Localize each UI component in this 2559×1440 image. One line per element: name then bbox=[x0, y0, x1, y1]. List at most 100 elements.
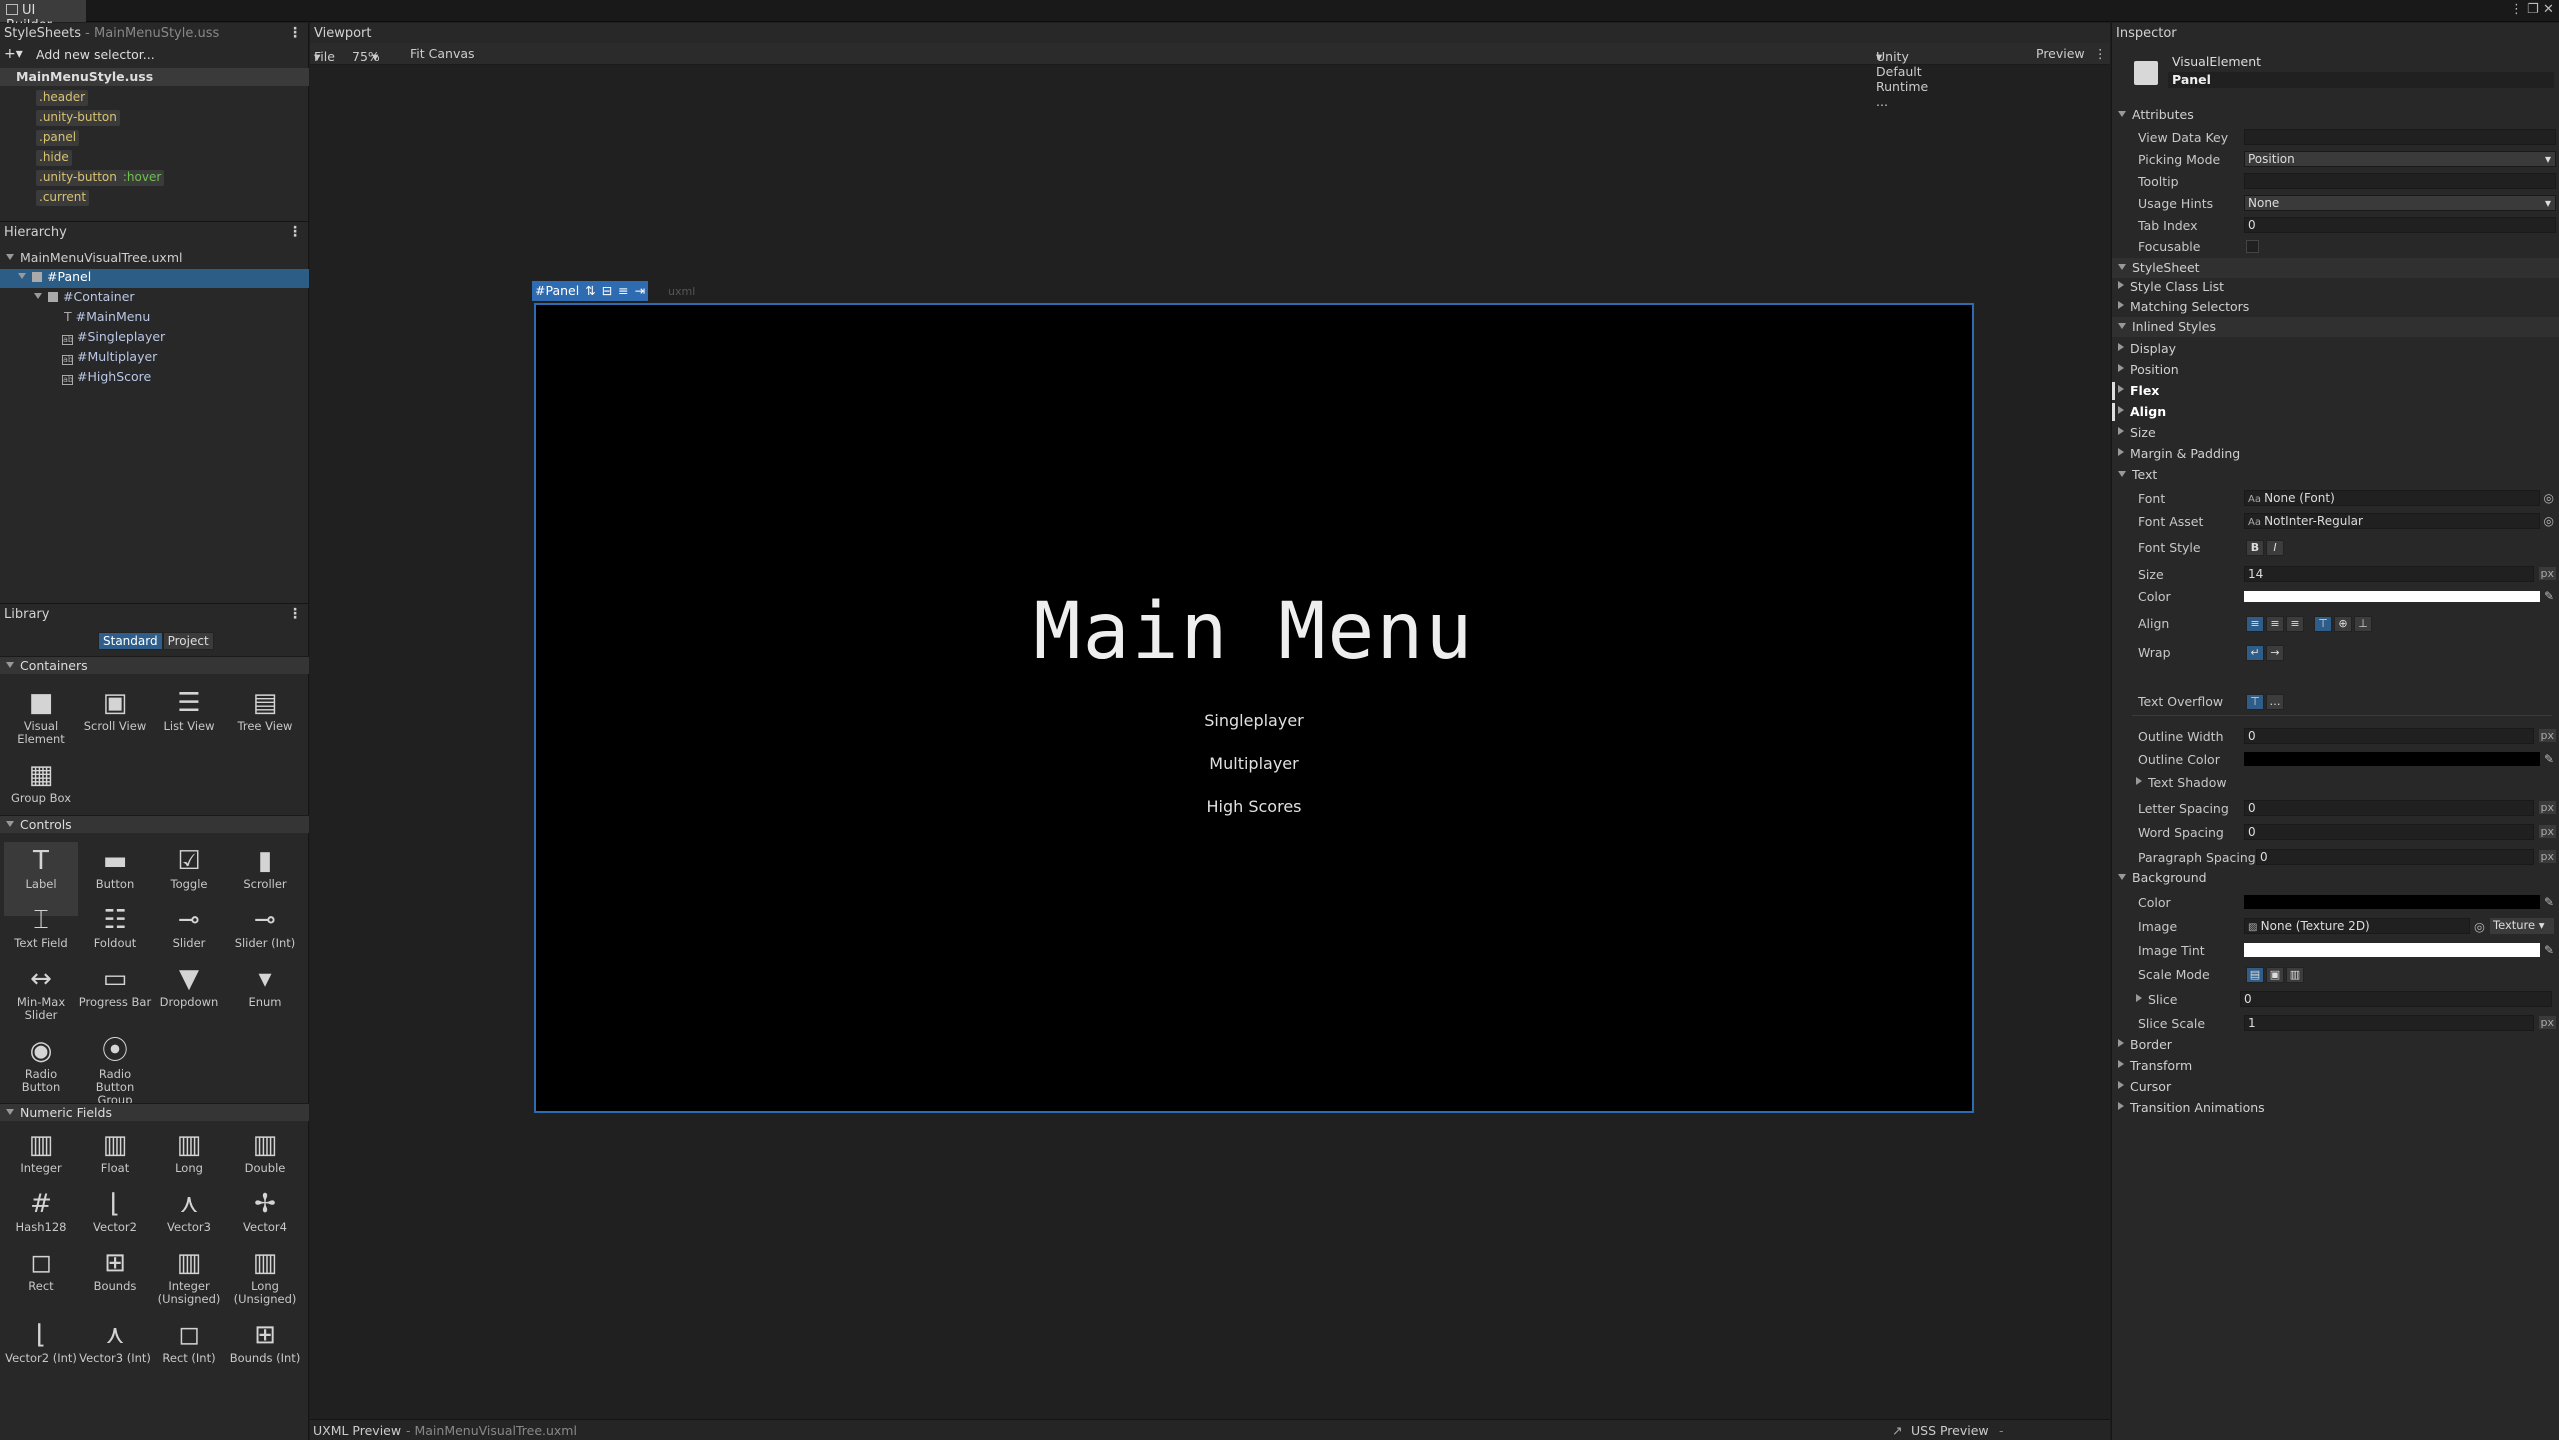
hierarchy-item-panel[interactable]: #Panel bbox=[0, 269, 309, 288]
viewport-menu-icon[interactable]: ⋮ bbox=[2094, 46, 2107, 61]
collapse-icon[interactable] bbox=[2136, 777, 2142, 785]
library-item-integer-unsigned[interactable]: ▥ Integer (Unsigned) bbox=[152, 1248, 226, 1306]
bg-image-field[interactable]: ▨ None (Texture 2D) bbox=[2244, 918, 2470, 934]
library-item-slider[interactable]: ⊸ Slider bbox=[152, 905, 226, 950]
wrap-icon[interactable]: ↵ bbox=[2246, 645, 2264, 661]
panel-badge[interactable]: #Panel ⇅ ⊟ ≡ ⇥ bbox=[532, 281, 649, 301]
library-item-button[interactable]: ▬ Button bbox=[78, 846, 152, 891]
library-item-float[interactable]: ▥ Float bbox=[78, 1130, 152, 1175]
collapse-icon[interactable] bbox=[2118, 1081, 2124, 1089]
clip-icon[interactable]: ⊤ bbox=[2246, 694, 2264, 710]
maximize-icon[interactable]: ❐ bbox=[2527, 2, 2539, 17]
close-icon[interactable]: ✕ bbox=[2543, 2, 2554, 17]
window-tab[interactable]: UI Builder bbox=[0, 0, 86, 33]
library-item-radio-button[interactable]: ◉ Radio Button bbox=[4, 1036, 78, 1094]
library-item-group-box[interactable]: ▦ Group Box bbox=[4, 760, 78, 805]
font-object-field[interactable]: Aa None (Font) bbox=[2244, 490, 2540, 506]
collapse-icon[interactable] bbox=[2118, 1039, 2124, 1047]
collapse-icon[interactable] bbox=[2118, 1102, 2124, 1110]
eyedropper-icon[interactable]: ✎ bbox=[2544, 943, 2554, 957]
library-item-text-field[interactable]: ⌶ Text Field bbox=[4, 905, 78, 950]
library-item-tree-view[interactable]: ▤ Tree View bbox=[228, 688, 302, 733]
add-selector-input[interactable]: Add new selector... bbox=[36, 47, 155, 62]
unit-px[interactable]: px bbox=[2538, 567, 2556, 580]
hierarchy-item-singleplayer[interactable]: ab #Singleplayer bbox=[0, 329, 309, 348]
expand-icon[interactable] bbox=[2118, 111, 2126, 117]
usage-hints-dropdown[interactable]: None ▾ bbox=[2244, 195, 2556, 211]
outline-width-input[interactable]: 0 bbox=[2244, 728, 2534, 744]
section-size[interactable]: Size bbox=[2112, 423, 2559, 443]
hierarchy-file[interactable]: MainMenuVisualTree.uxml bbox=[0, 250, 309, 269]
section-align[interactable]: Align bbox=[2112, 402, 2559, 422]
bold-button[interactable]: B bbox=[2246, 540, 2264, 556]
collapse-icon[interactable] bbox=[2118, 301, 2124, 309]
library-item-visual-element[interactable]: ■ Visual Element bbox=[4, 688, 78, 746]
library-item-bounds-int[interactable]: ⊞ Bounds (Int) bbox=[228, 1320, 302, 1365]
section-border[interactable]: Border bbox=[2112, 1035, 2559, 1055]
canvas-multiplayer-button[interactable]: Multiplayer bbox=[536, 754, 1972, 773]
section-text[interactable]: Text bbox=[2112, 465, 2559, 485]
text-shadow[interactable]: Text Shadow bbox=[2112, 772, 2559, 792]
image-type-dropdown[interactable]: Texture ▾ bbox=[2490, 918, 2554, 934]
align-left-icon[interactable]: ≡ bbox=[2246, 616, 2264, 632]
canvas-singleplayer-button[interactable]: Singleplayer bbox=[536, 711, 1972, 730]
section-containers[interactable]: Containers bbox=[0, 656, 309, 674]
eyedropper-icon[interactable]: ✎ bbox=[2544, 895, 2554, 909]
library-item-scroll-view[interactable]: ▣ Scroll View bbox=[78, 688, 152, 733]
canvas-main-menu-label[interactable]: Main Menu bbox=[536, 587, 1972, 677]
justify-icon[interactable]: ≡ bbox=[618, 283, 628, 298]
image-tint-swatch[interactable] bbox=[2244, 943, 2540, 957]
expand-icon[interactable] bbox=[2118, 471, 2126, 477]
library-item-hash128[interactable]: # Hash128 bbox=[4, 1189, 78, 1234]
no-wrap-icon[interactable]: → bbox=[2266, 645, 2284, 661]
library-item-rect-int[interactable]: ◻ Rect (Int) bbox=[152, 1320, 226, 1365]
section-attributes[interactable]: Attributes bbox=[2112, 105, 2559, 125]
collapse-icon[interactable] bbox=[2118, 1060, 2124, 1068]
unit-px[interactable]: px bbox=[2538, 729, 2556, 742]
library-item-long[interactable]: ▥ Long bbox=[152, 1130, 226, 1175]
expand-icon[interactable] bbox=[6, 662, 14, 668]
library-item-vector2-int[interactable]: ⌊ Vector2 (Int) bbox=[4, 1320, 78, 1365]
library-item-progress-bar[interactable]: ▭ Progress Bar bbox=[78, 964, 152, 1009]
library-item-vector2[interactable]: ⌊ Vector2 bbox=[78, 1189, 152, 1234]
expand-icon[interactable] bbox=[6, 254, 14, 260]
hierarchy-menu-icon[interactable]: ⋮ bbox=[288, 224, 302, 240]
section-flex[interactable]: Flex bbox=[2112, 381, 2559, 401]
section-transition-animations[interactable]: Transition Animations bbox=[2112, 1098, 2559, 1118]
letter-spacing-input[interactable]: 0 bbox=[2244, 800, 2534, 816]
eyedropper-icon[interactable]: ✎ bbox=[2544, 752, 2554, 766]
size-input[interactable]: 14 bbox=[2244, 566, 2534, 582]
section-controls[interactable]: Controls bbox=[0, 815, 309, 833]
library-menu-icon[interactable]: ⋮ bbox=[288, 606, 302, 622]
hierarchy-item-mainmenu[interactable]: T #MainMenu bbox=[0, 309, 309, 328]
element-name-field[interactable]: Panel bbox=[2168, 72, 2554, 88]
library-item-long-unsigned[interactable]: ▥ Long (Unsigned) bbox=[228, 1248, 302, 1306]
uxml-preview-label[interactable]: UXML Preview bbox=[313, 1423, 401, 1438]
library-item-scroller[interactable]: ▮ Scroller bbox=[228, 846, 302, 891]
library-item-radio-button-group[interactable]: ⦿ Radio Button Group bbox=[78, 1036, 152, 1107]
library-item-dropdown[interactable]: ▼ Dropdown bbox=[152, 964, 226, 1009]
section-stylesheet[interactable]: StyleSheet bbox=[2112, 258, 2559, 278]
uss-preview-label[interactable]: USS Preview bbox=[1911, 1423, 1989, 1438]
focusable-checkbox[interactable] bbox=[2246, 240, 2259, 253]
object-picker-icon[interactable]: ◎ bbox=[2544, 491, 2554, 505]
hierarchy-item-container[interactable]: #Container bbox=[0, 289, 309, 308]
section-position[interactable]: Position bbox=[2112, 360, 2559, 380]
preview-button[interactable]: Preview bbox=[2036, 46, 2085, 61]
library-item-bounds[interactable]: ⊞ Bounds bbox=[78, 1248, 152, 1293]
unit-px[interactable]: px bbox=[2538, 1016, 2556, 1029]
more-icon[interactable]: ⋮ bbox=[2510, 2, 2523, 17]
library-item-slider-int[interactable]: ⊸ Slider (Int) bbox=[228, 905, 302, 950]
expand-icon[interactable] bbox=[2118, 264, 2126, 270]
expand-icon[interactable] bbox=[6, 1109, 14, 1115]
library-item-vector3[interactable]: ⋏ Vector3 bbox=[152, 1189, 226, 1234]
align-middle-icon[interactable]: ⊕ bbox=[2334, 616, 2352, 632]
align-right-icon[interactable]: ≡ bbox=[2286, 616, 2304, 632]
tab-standard[interactable]: Standard bbox=[98, 632, 163, 650]
stylesheet-file[interactable]: MainMenuStyle.uss bbox=[0, 68, 309, 86]
ellipsis-icon[interactable]: … bbox=[2266, 694, 2284, 710]
library-item-toggle[interactable]: ☑ Toggle bbox=[152, 846, 226, 891]
library-item-enum[interactable]: ▾ Enum bbox=[228, 964, 302, 1009]
section-margin-padding[interactable]: Margin & Padding bbox=[2112, 444, 2559, 464]
section-style-class-list[interactable]: Style Class List bbox=[2112, 277, 2559, 297]
